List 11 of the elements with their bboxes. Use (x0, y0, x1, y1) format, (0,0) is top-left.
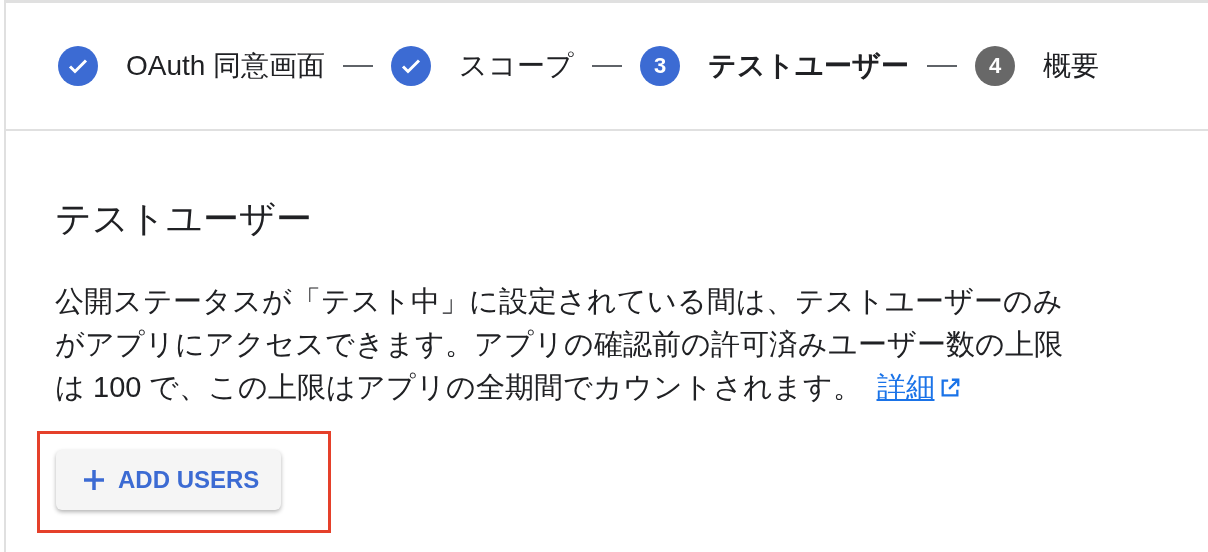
step-label[interactable]: 概要 (1043, 47, 1100, 85)
step-label[interactable]: OAuth 同意画面 (126, 47, 326, 85)
step-label[interactable]: スコープ (459, 47, 575, 85)
step-number: 4 (975, 46, 1016, 86)
add-users-button[interactable]: ADD USERS (56, 450, 282, 510)
details-link[interactable]: 詳細 (876, 371, 935, 403)
step-label[interactable]: テストユーザー (708, 47, 910, 85)
section-title: テストユーザー (55, 197, 313, 241)
step-number: 3 (640, 46, 681, 86)
plus-icon (82, 468, 106, 492)
description: 公開ステータスが「テスト中」に設定されている間は、テストユーザーのみがアプリにアクセスできます。アプリの確認前の許可済みユーザー数の上限は 100 で、この上限はアプリの全期間でカウントされます。 詳細 (55, 284, 1064, 405)
